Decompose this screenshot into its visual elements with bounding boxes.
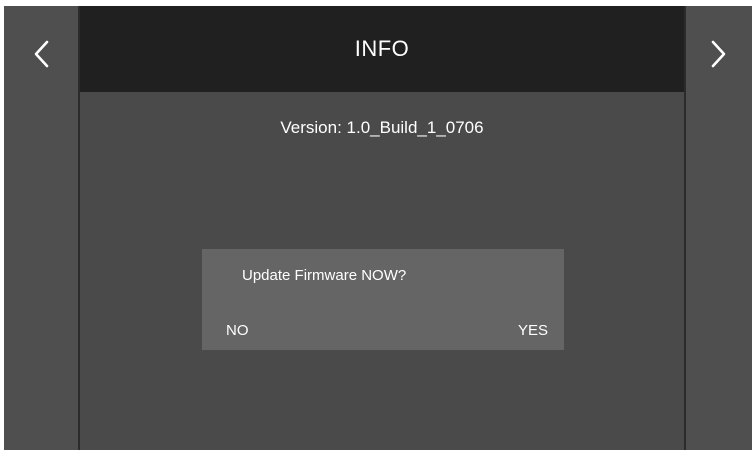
main-panel: INFO Version: 1.0_Build_1_0706 Update Fi… [80, 6, 684, 450]
header-bar: INFO [80, 6, 684, 92]
next-page-button[interactable] [684, 6, 752, 450]
yes-button[interactable]: YES [518, 322, 548, 339]
device-screen: INFO Version: 1.0_Build_1_0706 Update Fi… [4, 6, 752, 450]
dialog-message: Update Firmware NOW? [242, 267, 407, 284]
no-button[interactable]: NO [226, 322, 249, 339]
version-text: Version: 1.0_Build_1_0706 [280, 118, 484, 137]
page-title: INFO [354, 36, 410, 61]
chevron-left-icon [34, 40, 49, 68]
update-firmware-dialog: Update Firmware NOW? NO YES [202, 249, 564, 350]
chevron-right-icon [711, 40, 726, 68]
prev-page-button[interactable] [4, 6, 80, 450]
